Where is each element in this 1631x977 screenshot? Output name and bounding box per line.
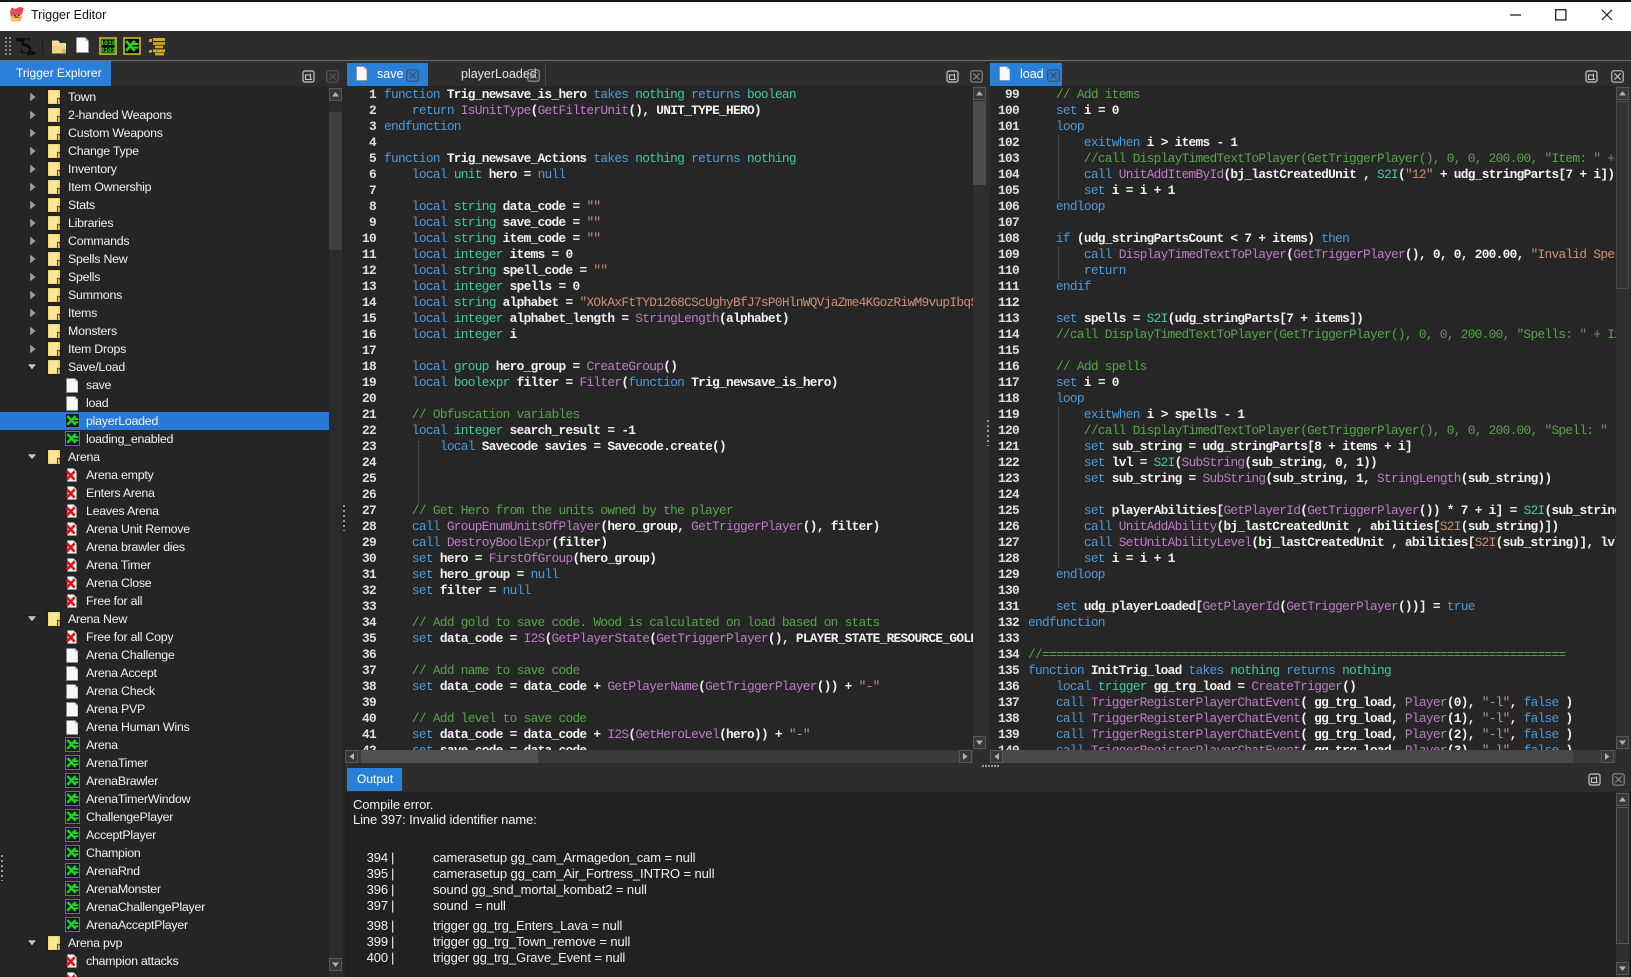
svg-text:0101: 0101 bbox=[100, 47, 116, 54]
